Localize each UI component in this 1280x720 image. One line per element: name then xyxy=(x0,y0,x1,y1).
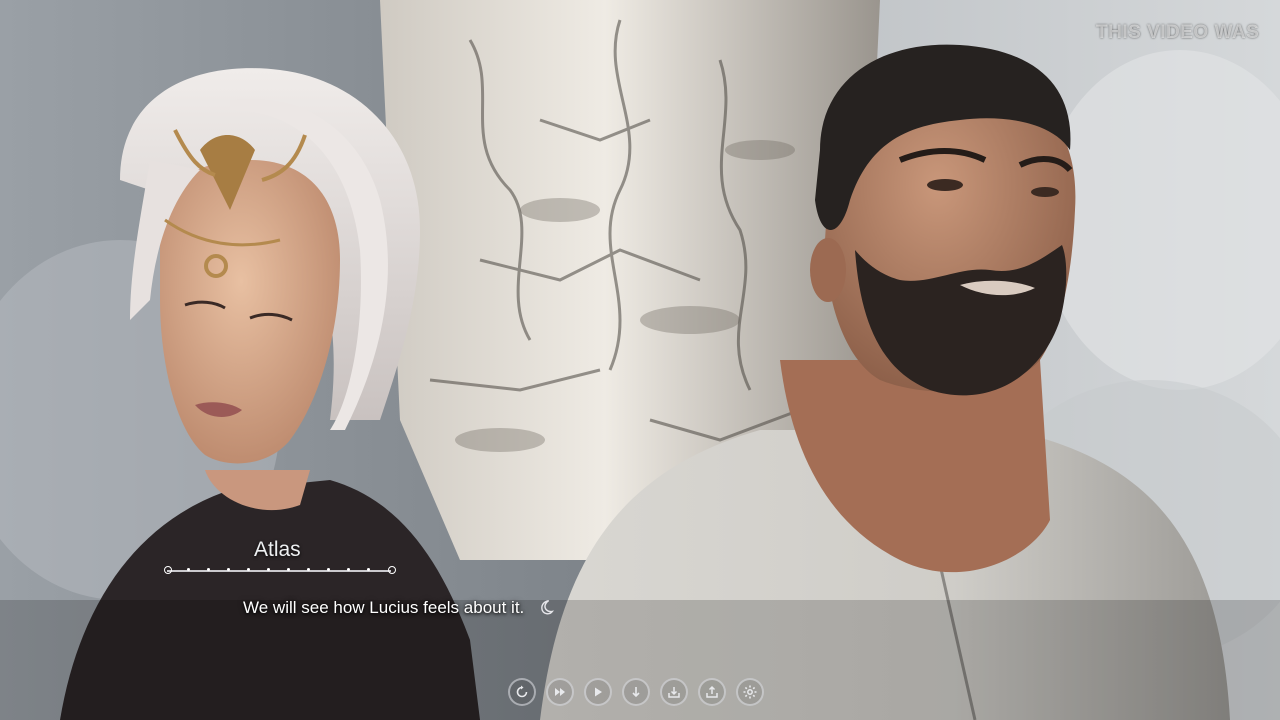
export-button[interactable] xyxy=(698,678,726,706)
crescent-moon-icon xyxy=(537,598,555,616)
tray-upload-icon xyxy=(706,685,718,698)
divider-dot xyxy=(367,568,370,571)
divider-dot xyxy=(307,568,310,571)
divider-dot xyxy=(227,568,230,571)
divider-dot xyxy=(267,568,270,571)
gear-icon xyxy=(743,685,757,699)
auto-button[interactable] xyxy=(584,678,612,706)
divider-dot xyxy=(287,568,290,571)
dialogue-text: We will see how Lucius feels about it. xyxy=(243,598,525,617)
quick-menu xyxy=(508,678,764,712)
game-scene[interactable] xyxy=(0,0,1280,720)
divider-dot xyxy=(247,568,250,571)
dialogue-box[interactable]: We will see how Lucius feels about it. xyxy=(243,598,555,618)
scene-illustration xyxy=(0,0,1280,720)
skip-icon xyxy=(555,688,565,696)
divider-dot xyxy=(347,568,350,571)
divider-dot xyxy=(207,568,210,571)
divider-dot xyxy=(327,568,330,571)
settings-button[interactable] xyxy=(736,678,764,706)
load-button[interactable] xyxy=(660,678,688,706)
divider-endcap xyxy=(164,566,172,574)
arrow-down-icon xyxy=(632,687,640,698)
skip-button[interactable] xyxy=(546,678,574,706)
play-icon xyxy=(595,687,602,697)
name-divider xyxy=(164,566,396,574)
save-button[interactable] xyxy=(622,678,650,706)
divider-endcap xyxy=(388,566,396,574)
watermark-text: THIS VIDEO WAS xyxy=(1096,22,1260,43)
speaker-name: Atlas xyxy=(254,538,301,561)
speaker-namebox: Atlas xyxy=(164,536,396,580)
rollback-icon xyxy=(516,685,528,698)
rollback-button[interactable] xyxy=(508,678,536,706)
tray-download-icon xyxy=(668,687,680,698)
divider-dot xyxy=(187,568,190,571)
